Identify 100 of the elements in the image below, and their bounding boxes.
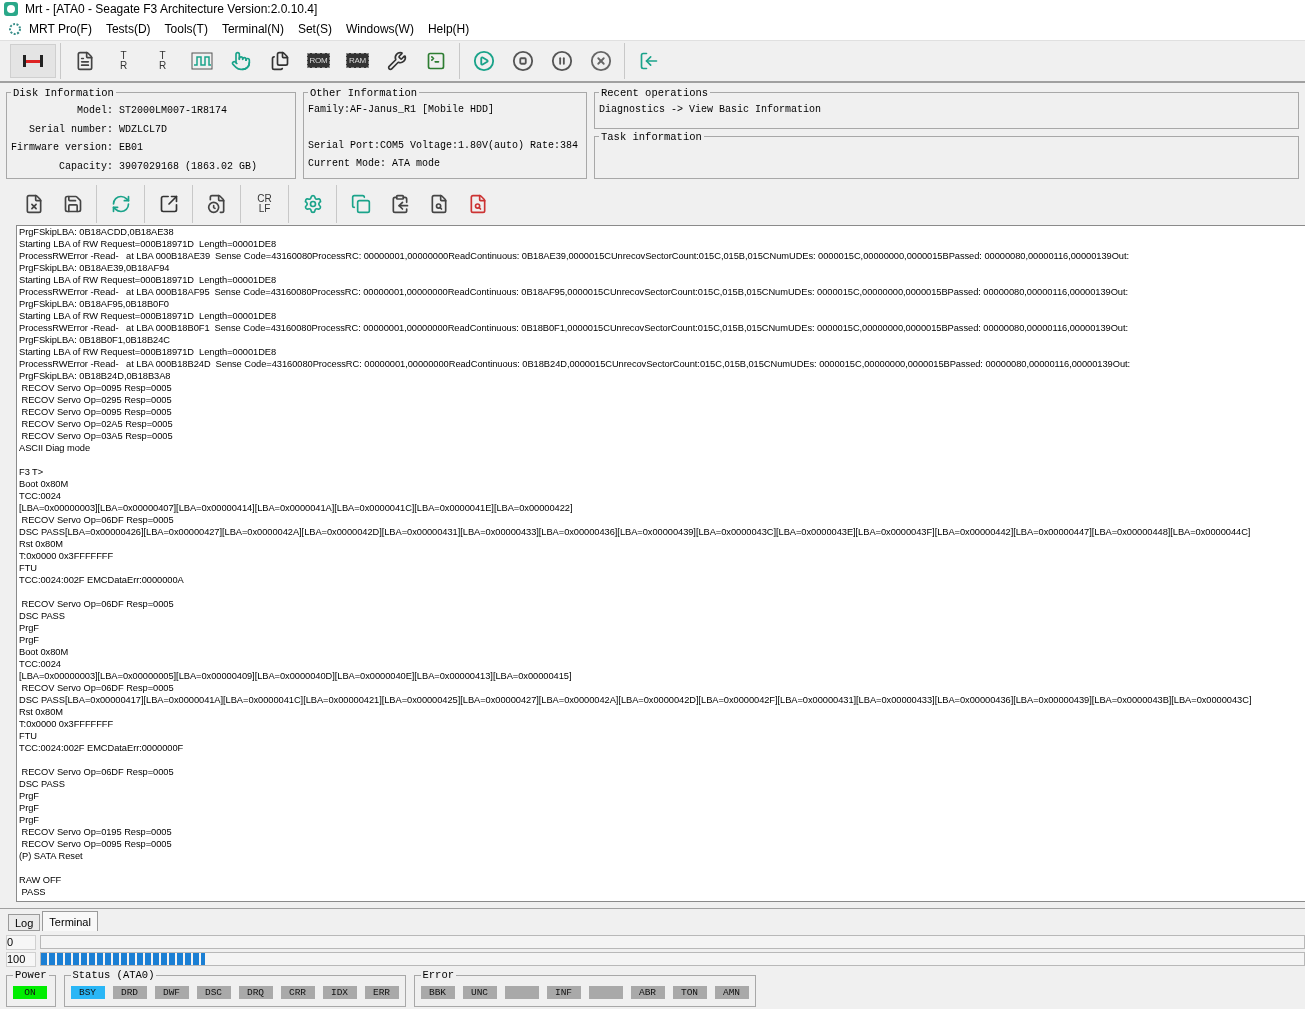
- status-indicator: DRQ: [238, 985, 273, 999]
- log-line: RECOV Servo Op=0195 Resp=0005: [20, 825, 173, 838]
- log-line: PrgFSkipLBA: 0B18ACDD,0B18AE38: [19, 225, 175, 238]
- recent-operation-text: Diagnostics -> View Basic Information: [599, 102, 823, 117]
- chip-icon: RAM: [346, 53, 369, 69]
- status-indicator: BSY: [70, 985, 105, 999]
- status-indicator: DSC: [196, 985, 231, 999]
- log-line: T:0x0000 0x3FFFFFFF: [19, 717, 115, 730]
- status-indicator: DWF: [154, 985, 189, 999]
- status-indicator: INF: [546, 985, 581, 999]
- field-value: EB01: [119, 142, 144, 154]
- menu-item[interactable]: MRT Pro(F): [22, 21, 99, 36]
- group-title: Error: [421, 969, 456, 982]
- progress-value: 0: [6, 934, 36, 950]
- log-line: RECOV Servo Op=03A5 Resp=0005: [20, 429, 174, 442]
- chip-icon: ROM: [306, 53, 331, 69]
- log-line: FTU: [19, 561, 38, 574]
- progress-value: 100: [6, 951, 36, 967]
- transmit-receive-icon: T R: [119, 50, 128, 71]
- log-line: DSC PASS: [19, 609, 66, 622]
- log-pause-icon: [206, 193, 227, 214]
- log-line: PASS: [20, 885, 47, 898]
- tab[interactable]: Log: [8, 914, 41, 932]
- status-indicator: AMN: [714, 985, 749, 999]
- log-line: Starting LBA of RW Request=000B18971D Length=00001DE8: [19, 345, 278, 358]
- log-line: DSC PASS[LBA=0x00000417][LBA=0x0000041A][LBA=0x0000041C][LBA=0x00000421][LBA=0x00000425][LBA=0x00000427][LBA=0x0000042A][LBA=0x0000042D][LBA=0x0000042F][LBA=0x00000431][LBA=0x00000433][LBA=0x00000436][LBA=0x00000439][LBA=0x0000043B][LBA=0x0000043C]: [19, 693, 1253, 706]
- settings-icon: [302, 193, 323, 214]
- pause-icon: [550, 49, 573, 72]
- status-indicator: ERR: [364, 985, 399, 999]
- log-line: ProcessRWError -Read- at LBA 000B18B0F1 Sense Code=43160080ProcessRC: 00000001,00000000ReadContinuous: 0B18B0F1,0000015CUnrecovSectorCount:015C,015B,015CNumUDEs: 0000015C,00000000,0000015BPassed: 00000080,00000116,00000139Out:: [19, 321, 1129, 334]
- play-icon: [472, 49, 495, 72]
- menu-item[interactable]: Terminal(N): [214, 21, 291, 36]
- log-line: PrgFSkipLBA: 0B18AF95,0B18B0F0: [19, 297, 170, 310]
- log-line: RECOV Servo Op=02A5 Resp=0005: [20, 417, 174, 430]
- toolbar-button[interactable]: [10, 43, 56, 78]
- log-line: TCC:0024: [19, 657, 62, 670]
- log-line: RECOV Servo Op=0295 Resp=0005: [20, 393, 173, 406]
- panel-title: Task information: [600, 130, 703, 143]
- log-line: TCC:0024: [19, 489, 62, 502]
- field-label: Model:: [76, 104, 113, 116]
- log-line: RECOV Servo Op=0095 Resp=0005: [20, 381, 173, 394]
- copy-files-icon: [269, 50, 290, 71]
- status-indicator: ON: [13, 985, 47, 999]
- log-line: [LBA=0x00000003][LBA=0x00000005][LBA=0x00000409][LBA=0x0000040D][LBA=0x0000040E][LBA=0x00000413][LBA=0x00000415]: [19, 669, 573, 682]
- cancel-icon: [589, 49, 612, 72]
- group-title: Status (ATA0): [71, 969, 156, 982]
- group-title: Power: [14, 969, 48, 982]
- log-line: Starting LBA of RW Request=000B18971D Length=00001DE8: [19, 237, 278, 250]
- log-line: Starting LBA of RW Request=000B18971D Length=00001DE8: [19, 273, 278, 286]
- field-label: Firmware version:: [11, 142, 113, 154]
- log-line: DSC PASS: [19, 777, 66, 790]
- log-line: (P) SATA Reset: [19, 849, 84, 862]
- field-value: ST2000LM007-1R8174: [119, 104, 229, 116]
- log-line: ProcessRWError -Read- at LBA 000B18AF95 Sense Code=43160080ProcessRC: 00000001,00000000ReadContinuous: 0B18AF95,0000015CUnrecovSectorCount:015C,015B,015CNumUDEs: 0000015C,00000000,0000015BPassed: 00000080,00000116,00000139Out:: [19, 285, 1129, 298]
- log-line: PrgF: [19, 633, 40, 646]
- status-indicator: IDX: [322, 985, 357, 999]
- status-indicator: DRD: [112, 985, 147, 999]
- toolbar-button[interactable]: T R: [104, 43, 143, 78]
- menu-item[interactable]: Windows(W): [338, 21, 421, 36]
- status-indicator: TON: [672, 985, 707, 999]
- log-line: RECOV Servo Op=06DF Resp=0005: [20, 513, 175, 526]
- field-value: WDZLCL7D: [119, 123, 168, 135]
- copy-icon: [350, 193, 371, 214]
- log-line: RAW OFF: [19, 873, 63, 886]
- panel-title: Recent operations: [600, 86, 710, 99]
- panel-title: Other Information: [309, 86, 419, 99]
- log-line: PrgF: [19, 813, 40, 826]
- panel-title: Disk Information: [12, 86, 115, 99]
- log-line: Rst 0x80M: [19, 705, 64, 718]
- menu-item[interactable]: Set(S): [290, 21, 339, 36]
- tab[interactable]: Terminal: [42, 911, 98, 932]
- menu-item[interactable]: Help(H): [420, 21, 477, 36]
- log-line: Rst 0x80M: [19, 537, 64, 550]
- status-indicator: CRR: [280, 985, 315, 999]
- exit-icon: [638, 50, 659, 71]
- refresh-icon: [110, 193, 131, 214]
- toolbar-button[interactable]: T R: [143, 43, 182, 78]
- export-icon: [158, 193, 179, 214]
- transmit-receive-clear-icon: T R: [158, 50, 167, 71]
- log-line: F3 T>: [19, 465, 45, 478]
- field-label: Capacity:: [58, 161, 113, 173]
- toolbar-button[interactable]: RAM: [338, 43, 377, 78]
- log-line: Boot 0x80M: [19, 477, 70, 490]
- square-wave-icon: [190, 51, 213, 70]
- menu-item[interactable]: Tools(T): [157, 21, 215, 36]
- stop-icon: [511, 49, 534, 72]
- log-line: TCC:0024:002F EMCDataErr:0000000F: [19, 741, 185, 754]
- log-line: PrgF: [19, 789, 40, 802]
- log-line: ProcessRWError -Read- at LBA 000B18AE39 Sense Code=43160080ProcessRC: 00000001,00000000ReadContinuous: 0B18AE39,0000015CUnrecovSectorCount:015C,015B,015CNumUDEs: 0000015C,00000000,0000015BPassed: 00000080,00000116,00000139Out:: [19, 249, 1131, 262]
- info-text: Family:AF-Janus_R1 [Mobile HDD]: [308, 102, 496, 117]
- log-toolbar-button[interactable]: CR LF: [245, 186, 284, 221]
- info-text: Serial Port:COM5 Voltage:1.80V(auto) Rate:384: [308, 138, 580, 153]
- log-line: DSC PASS[LBA=0x00000426][LBA=0x00000427][LBA=0x0000042A][LBA=0x0000042D][LBA=0x00000431][LBA=0x00000433][LBA=0x00000436][LBA=0x00000439][LBA=0x0000043C][LBA=0x0000043E][LBA=0x0000043F][LBA=0x00000442][LBA=0x00000447][LBA=0x00000448][LBA=0x0000044C]: [19, 525, 1252, 538]
- toolbar-button[interactable]: ROM: [299, 43, 338, 78]
- log-line: Boot 0x80M: [19, 645, 70, 658]
- log-line: TCC:0024:002F EMCDataErr:0000000A: [19, 573, 185, 586]
- menu-item[interactable]: Tests(D): [98, 21, 158, 36]
- log-line: RECOV Servo Op=06DF Resp=0005: [20, 765, 175, 778]
- log-line: Starting LBA of RW Request=000B18971D Length=00001DE8: [19, 309, 278, 322]
- log-line: PrgFSkipLBA: 0B18B0F1,0B18B24C: [19, 333, 171, 346]
